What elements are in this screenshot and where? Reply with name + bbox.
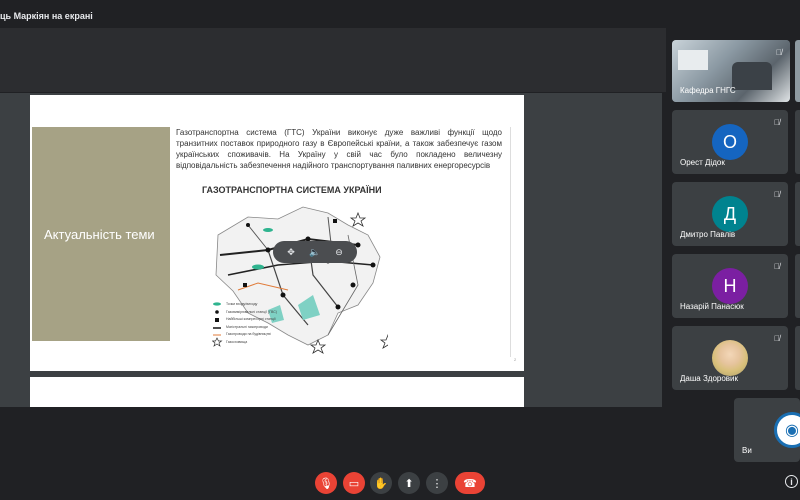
storage-star bbox=[349, 211, 367, 227]
avatar: О bbox=[712, 124, 748, 160]
legend-swatch-station bbox=[215, 310, 219, 314]
presentation-overlay-controls: ✥ 🔈 ⊖ bbox=[273, 241, 357, 263]
participant-name: Орест Дідок bbox=[680, 158, 725, 167]
gas-storage bbox=[252, 264, 264, 270]
mic-off-icon: 🎙̸ bbox=[776, 48, 782, 57]
tile-edge bbox=[795, 110, 800, 174]
participant-tile[interactable]: Д 🎙̸ Дмитро Павлів bbox=[672, 182, 788, 246]
tile-edge bbox=[795, 40, 800, 102]
legend-label: Газосховища bbox=[226, 339, 248, 344]
participant-name: Даша Здоровик bbox=[680, 374, 739, 383]
compressor-station bbox=[243, 283, 247, 287]
participant-name: Дмитро Павлів bbox=[680, 230, 736, 239]
avatar-photo bbox=[712, 340, 748, 376]
mic-off-icon: 🎙̸ bbox=[774, 262, 780, 271]
hangup-icon[interactable]: ☎ bbox=[455, 472, 485, 494]
participant-name: Ви bbox=[742, 446, 752, 455]
storage-star bbox=[379, 333, 388, 349]
pin-icon[interactable]: ✥ bbox=[284, 245, 298, 259]
camera-off-icon[interactable]: ▭ bbox=[343, 472, 365, 494]
slide-page-number: 2 bbox=[514, 357, 517, 362]
station-marker bbox=[265, 247, 271, 253]
present-screen-icon[interactable]: ⬆ bbox=[398, 472, 420, 494]
gas-storage bbox=[263, 228, 273, 232]
map-title: ГАЗОТРАНСПОРТНА СИСТЕМА УКРАЇНИ bbox=[202, 185, 382, 195]
legend-swatch-compressor bbox=[215, 318, 219, 322]
expand-icon[interactable]: ⊖ bbox=[332, 245, 346, 259]
logo-icon: ◉ bbox=[785, 422, 799, 439]
mic-off-icon: 🎙̸ bbox=[774, 190, 780, 199]
slide-body-text: Газотранспортна система (ГТС) України ви… bbox=[176, 128, 502, 170]
legend-label: Газовимірювальні станції (ГВС) bbox=[226, 309, 277, 314]
slide-title-panel: Актуальність теми bbox=[32, 127, 170, 341]
legend-swatch-storage bbox=[212, 337, 223, 347]
avatar: Н bbox=[712, 268, 748, 304]
self-tile[interactable]: ◉ Ви bbox=[734, 398, 800, 462]
slide-next bbox=[30, 377, 524, 407]
participant-name: Назарій Панасюк bbox=[680, 302, 744, 311]
station-marker bbox=[246, 223, 250, 227]
meeting-window: ць Маркіян на екрані Актуальність теми Г… bbox=[0, 0, 800, 500]
info-icon[interactable]: i bbox=[785, 475, 798, 488]
mic-off-icon: 🎙̸ bbox=[774, 334, 780, 343]
station-marker bbox=[335, 304, 341, 310]
presentation-stage[interactable]: Актуальність теми Газотранспортна систем… bbox=[0, 93, 662, 407]
station-marker bbox=[370, 262, 376, 268]
tile-edge bbox=[795, 326, 800, 390]
avatar-logo: ◉ bbox=[774, 412, 800, 448]
station-marker bbox=[350, 282, 356, 288]
station-marker bbox=[280, 292, 286, 298]
slide-divider bbox=[510, 127, 511, 357]
more-options-icon[interactable]: ⋮ bbox=[426, 472, 448, 494]
presenter-label: ць Маркіян на екрані bbox=[0, 11, 93, 21]
slide-current: Актуальність теми Газотранспортна систем… bbox=[30, 95, 524, 371]
legend-label: Магістральні газопроводи bbox=[226, 324, 268, 329]
legend-swatch-entry bbox=[213, 302, 221, 306]
compressor-station bbox=[333, 219, 337, 223]
mic-off-icon: 🎙̸ bbox=[774, 118, 780, 127]
participant-name: Кафедра ГНГС bbox=[680, 86, 736, 95]
participant-tile[interactable]: 🎙̸ Даша Здоровик bbox=[672, 326, 788, 390]
legend-label: Найбільші компресорні станції bbox=[226, 317, 276, 321]
legend-label: Точки входу/виходу bbox=[226, 302, 258, 306]
raise-hand-icon[interactable]: ✋ bbox=[370, 472, 392, 494]
mic-off-icon[interactable]: 🎙 bbox=[315, 472, 337, 494]
volume-icon[interactable]: 🔈 bbox=[308, 245, 322, 259]
video-scene bbox=[732, 62, 772, 90]
participant-tile[interactable]: О 🎙̸ Орест Дідок bbox=[672, 110, 788, 174]
participant-tile[interactable]: 🎙̸ Кафедра ГНГС bbox=[672, 40, 790, 102]
legend-label: Газопроводи на будівництві bbox=[226, 332, 271, 336]
map-legend-labels: Точки входу/виходу Газовимірювальні стан… bbox=[226, 301, 277, 346]
presentation-header-strip bbox=[0, 28, 666, 92]
avatar: Д bbox=[712, 196, 748, 232]
participant-tile[interactable]: Н 🎙̸ Назарій Панасюк bbox=[672, 254, 788, 318]
tile-edge bbox=[795, 254, 800, 318]
slide-title: Актуальність теми bbox=[44, 227, 155, 242]
tile-edge bbox=[795, 182, 800, 246]
video-scene bbox=[678, 50, 708, 70]
station-marker bbox=[355, 242, 361, 248]
